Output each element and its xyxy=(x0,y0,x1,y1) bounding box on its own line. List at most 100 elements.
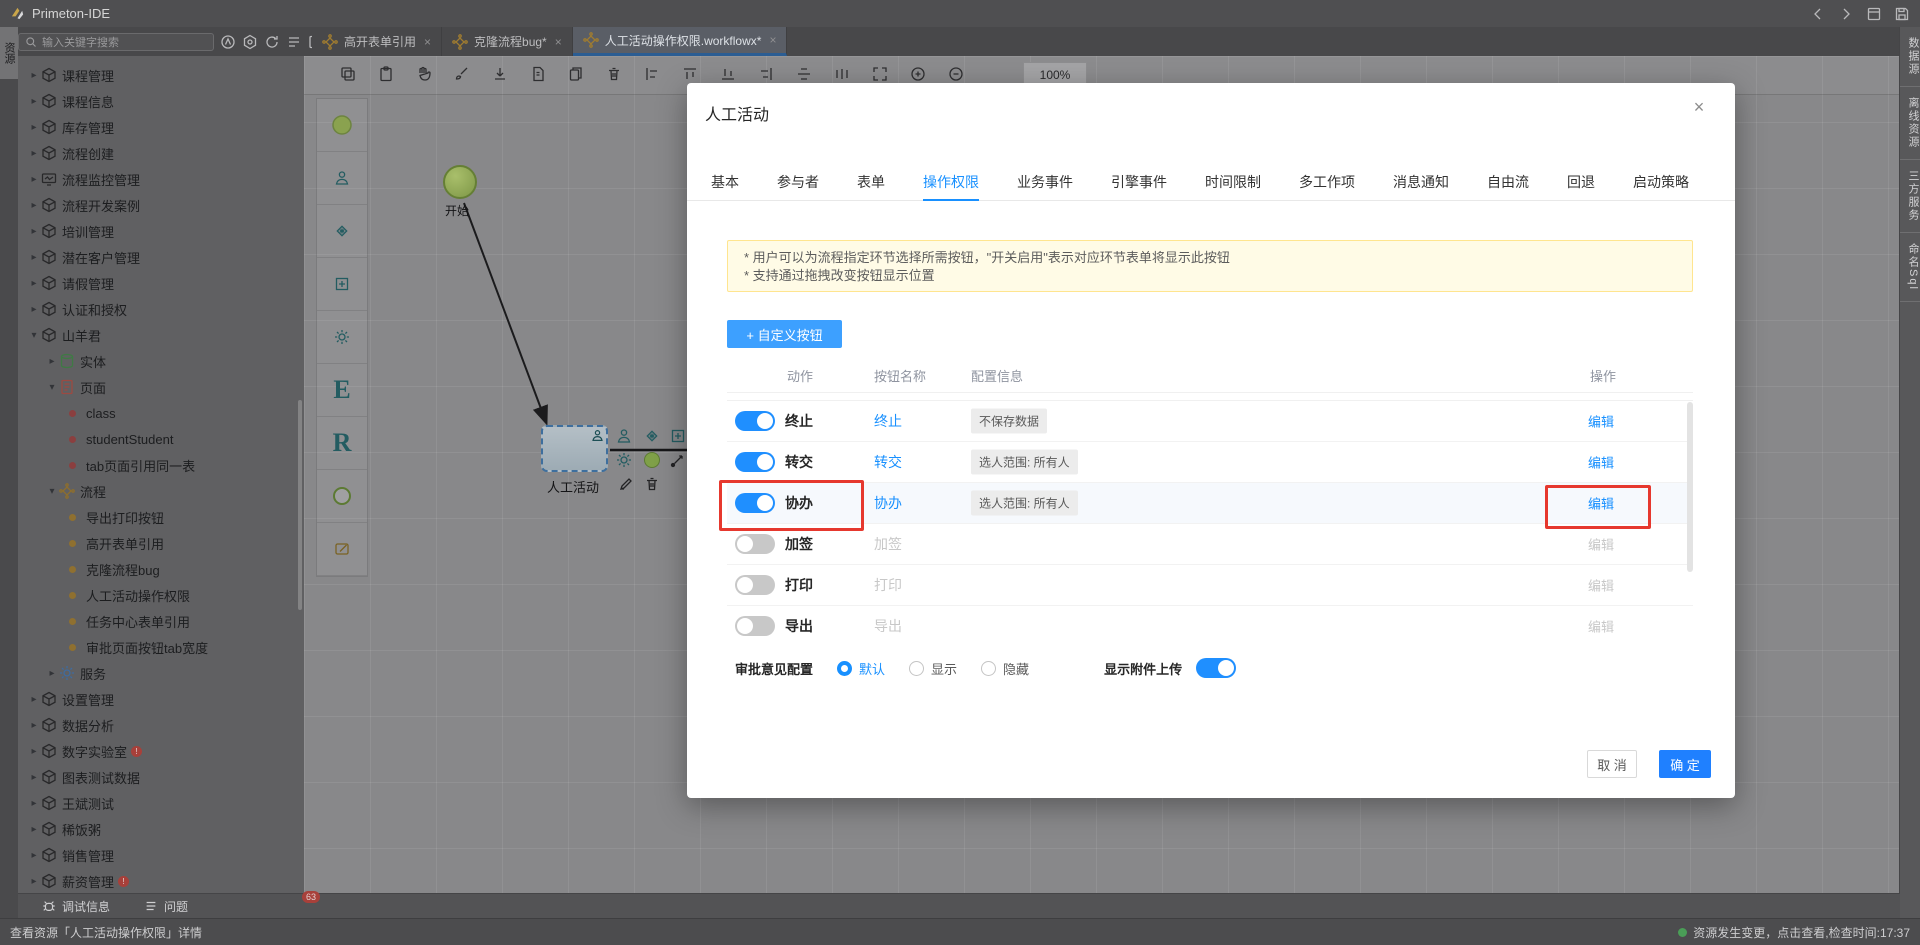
window-icon[interactable] xyxy=(1866,6,1882,22)
add-custom-button[interactable]: + 自定义按钮 xyxy=(727,320,842,348)
chevron-right-icon[interactable]: ▸ xyxy=(46,356,58,367)
tree-item[interactable]: 审批页面按钮tab宽度 xyxy=(18,634,304,660)
chevron-right-icon[interactable] xyxy=(1838,6,1854,22)
dialog-tab-业务事件[interactable]: 业务事件 xyxy=(1017,171,1073,201)
chevron-right-icon[interactable]: ▸ xyxy=(28,96,40,107)
close-tab-icon[interactable]: × xyxy=(424,35,431,49)
close-tab-icon[interactable]: × xyxy=(555,35,562,49)
row-toggle[interactable] xyxy=(735,534,775,554)
radio-icon[interactable] xyxy=(909,661,924,676)
row-edit-link[interactable]: 编辑 xyxy=(1588,412,1614,431)
chevron-right-icon[interactable]: ▸ xyxy=(28,772,40,783)
tree-item[interactable]: ▸流程监控管理 xyxy=(18,166,304,192)
radio-隐藏[interactable]: 隐藏 xyxy=(981,659,1029,678)
dialog-tab-操作权限[interactable]: 操作权限 xyxy=(923,171,979,201)
tree-item[interactable]: ▸销售管理 xyxy=(18,842,304,868)
dialog-tab-启动策略[interactable]: 启动策略 xyxy=(1633,171,1689,201)
dialog-tab-自由流[interactable]: 自由流 xyxy=(1487,171,1529,201)
tree-item[interactable]: ▸设置管理 xyxy=(18,686,304,712)
refresh-icon[interactable] xyxy=(264,34,280,50)
right-strip-tab-0[interactable]: 数据源 xyxy=(1900,27,1920,87)
dialog-tab-多工作项[interactable]: 多工作项 xyxy=(1299,171,1355,201)
tree-item[interactable]: ▸请假管理 xyxy=(18,270,304,296)
tree-item[interactable]: tab页面引用同一表 xyxy=(18,452,304,478)
gear-icon[interactable] xyxy=(616,452,634,470)
row-toggle[interactable] xyxy=(735,411,775,431)
radio-显示[interactable]: 显示 xyxy=(909,659,957,678)
start-node[interactable] xyxy=(443,165,477,199)
row-toggle[interactable] xyxy=(735,452,775,472)
tree-item[interactable]: studentStudent xyxy=(18,426,304,452)
chevron-down-icon[interactable]: ▾ xyxy=(46,382,58,393)
tree-item[interactable]: 高开表单引用 xyxy=(18,530,304,556)
chevron-right-icon[interactable]: ▸ xyxy=(28,746,40,757)
tree-item[interactable]: ▸课程信息 xyxy=(18,88,304,114)
attachment-toggle[interactable] xyxy=(1196,658,1236,678)
radio-selected-icon[interactable] xyxy=(837,661,852,676)
tree-item[interactable]: ▸实体 xyxy=(18,348,304,374)
dialog-tab-时间限制[interactable]: 时间限制 xyxy=(1205,171,1261,201)
close-icon[interactable]: × xyxy=(1687,97,1711,121)
chevron-right-icon[interactable]: ▸ xyxy=(46,668,58,679)
table-scrollbar[interactable] xyxy=(1687,402,1693,572)
tree-item[interactable]: ▸稀饭粥 xyxy=(18,816,304,842)
tree-item[interactable]: ▸流程开发案例 xyxy=(18,192,304,218)
tree-item[interactable]: ▾流程 xyxy=(18,478,304,504)
chevron-down-icon[interactable]: ▾ xyxy=(28,330,40,341)
status-right-text[interactable]: 资源发生变更，点击查看,检查时间:17:37 xyxy=(1693,924,1910,941)
chevron-right-icon[interactable]: ▸ xyxy=(28,174,40,185)
chevron-right-icon[interactable]: ▸ xyxy=(28,850,40,861)
tree-item[interactable]: ▸库存管理 xyxy=(18,114,304,140)
row-button-name[interactable]: 终止 xyxy=(874,411,902,431)
person-icon[interactable] xyxy=(616,428,634,446)
row-button-name[interactable]: 转交 xyxy=(874,452,902,472)
chevron-down-icon[interactable]: ▾ xyxy=(46,486,58,497)
chevron-right-icon[interactable]: ▸ xyxy=(28,304,40,315)
row-toggle[interactable] xyxy=(735,575,775,595)
chevron-right-icon[interactable]: ▸ xyxy=(28,278,40,289)
radio-默认[interactable]: 默认 xyxy=(837,659,885,678)
dialog-tab-消息通知[interactable]: 消息通知 xyxy=(1393,171,1449,201)
search-input[interactable]: 输入关键字搜索 xyxy=(18,33,214,51)
chevron-right-icon[interactable]: ▸ xyxy=(28,876,40,887)
dialog-tab-回退[interactable]: 回退 xyxy=(1567,171,1595,201)
debug-info-tab[interactable]: 调试信息 xyxy=(42,898,110,915)
square-plus-icon[interactable] xyxy=(670,428,688,446)
tree-item[interactable]: ▸数据分析 xyxy=(18,712,304,738)
dialog-tab-基本[interactable]: 基本 xyxy=(711,171,739,201)
tree-item[interactable]: ▸薪资管理! xyxy=(18,868,304,893)
right-strip-tab-1[interactable]: 离线资源 xyxy=(1900,87,1920,160)
dialog-tab-引擎事件[interactable]: 引擎事件 xyxy=(1111,171,1167,201)
pencil-icon[interactable] xyxy=(618,476,636,494)
editor-tab-1[interactable]: 克隆流程bug*× xyxy=(442,27,573,56)
tree-item[interactable]: ▸流程创建 xyxy=(18,140,304,166)
sidebar-scrollbar[interactable] xyxy=(298,400,302,610)
dialog-tab-表单[interactable]: 表单 xyxy=(857,171,885,201)
tree-item[interactable]: ▸数字实验室! xyxy=(18,738,304,764)
manual-activity-node[interactable] xyxy=(541,425,608,472)
radio-icon[interactable] xyxy=(981,661,996,676)
trash-icon[interactable] xyxy=(644,476,662,494)
tree-item[interactable]: ▸认证和授权 xyxy=(18,296,304,322)
tree-item[interactable]: ▸潜在客户管理 xyxy=(18,244,304,270)
save-icon[interactable] xyxy=(1894,6,1910,22)
close-tab-icon[interactable]: × xyxy=(769,33,776,47)
tree-item[interactable]: ▾山羊君 xyxy=(18,322,304,348)
list-icon[interactable] xyxy=(286,34,302,50)
tree-item[interactable]: 克隆流程bug xyxy=(18,556,304,582)
status-left-text[interactable]: 查看资源「人工活动操作权限」详情 xyxy=(10,924,202,941)
dialog-tab-参与者[interactable]: 参与者 xyxy=(777,171,819,201)
problems-tab[interactable]: 问题 63 xyxy=(144,898,188,915)
chevron-right-icon[interactable]: ▸ xyxy=(28,824,40,835)
tree-item[interactable]: 导出打印按钮 xyxy=(18,504,304,530)
tree-item[interactable]: ▸王斌测试 xyxy=(18,790,304,816)
chevron-right-icon[interactable]: ▸ xyxy=(28,70,40,81)
chevron-right-icon[interactable]: ▸ xyxy=(28,148,40,159)
connector-icon[interactable] xyxy=(670,452,688,470)
row-button-name[interactable]: 协办 xyxy=(874,493,902,513)
tree-item[interactable]: ▸课程管理 xyxy=(18,62,304,88)
tree-item[interactable]: ▸图表测试数据 xyxy=(18,764,304,790)
editor-tab-2[interactable]: 人工活动操作权限.workflowx*× xyxy=(573,27,788,56)
tree-item[interactable]: ▾页面 xyxy=(18,374,304,400)
row-edit-link[interactable]: 编辑 xyxy=(1588,453,1614,472)
